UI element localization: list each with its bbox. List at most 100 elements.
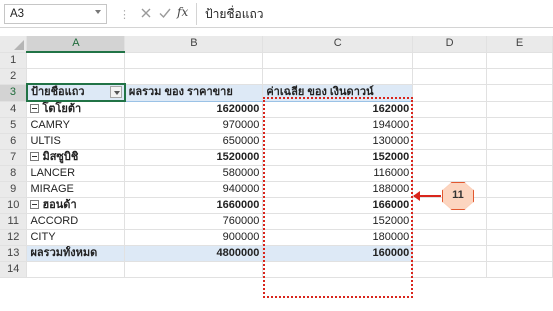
cell[interactable] (26, 68, 126, 85)
column-header-d[interactable]: D (412, 36, 488, 53)
cell[interactable] (486, 52, 553, 69)
sum-cell[interactable]: 1520000 (124, 149, 264, 166)
collapse-icon[interactable] (30, 200, 40, 209)
cell[interactable] (412, 133, 488, 150)
cell[interactable] (412, 229, 488, 246)
row-header[interactable]: 7 (0, 149, 28, 166)
average-cell[interactable]: 116000 (262, 165, 414, 182)
item-label-cell[interactable]: LANCER (26, 165, 126, 182)
filter-dropdown-icon[interactable] (109, 86, 122, 98)
cell[interactable] (486, 68, 553, 85)
cell[interactable] (262, 261, 414, 278)
cell[interactable] (412, 245, 488, 262)
group-label-cell[interactable]: โตโยต้า (26, 101, 126, 118)
sum-cell[interactable]: 940000 (124, 181, 264, 198)
cell[interactable] (124, 261, 264, 278)
column-header-b[interactable]: B (124, 36, 264, 53)
cell[interactable] (26, 261, 126, 278)
item-label-cell[interactable]: CAMRY (26, 117, 126, 134)
group-label-cell[interactable]: มิสซูบิชิ (26, 149, 126, 166)
row-header[interactable]: 4 (0, 101, 28, 118)
cell[interactable] (486, 84, 553, 102)
row-header[interactable]: 9 (0, 181, 28, 198)
sum-sale-price-header[interactable]: ผลรวม ของ ราคาขาย (124, 84, 264, 102)
cell[interactable] (124, 52, 264, 69)
sum-cell[interactable]: 580000 (124, 165, 264, 182)
cell[interactable] (486, 181, 553, 198)
row-header[interactable]: 8 (0, 165, 28, 182)
cell[interactable] (262, 52, 414, 69)
item-label-cell[interactable]: MIRAGE (26, 181, 126, 198)
cell[interactable] (486, 261, 553, 278)
select-all-corner[interactable] (0, 36, 28, 53)
cell[interactable] (124, 68, 264, 85)
row-header[interactable]: 12 (0, 229, 28, 246)
group-row: 4 โตโยต้า 1620000 162000 (0, 101, 553, 118)
average-cell[interactable]: 194000 (262, 117, 414, 134)
cell[interactable] (26, 52, 126, 69)
cell[interactable] (412, 261, 488, 278)
sum-cell[interactable]: 1620000 (124, 101, 264, 118)
average-cell[interactable]: 166000 (262, 197, 414, 214)
name-box[interactable]: A3 (4, 4, 107, 24)
average-down-payment-header[interactable]: ค่าเฉลี่ย ของ เงินดาวน์ (262, 84, 414, 102)
formula-input[interactable]: ป้ายชื่อแถว (205, 5, 263, 24)
column-header-a[interactable]: A (26, 36, 126, 53)
row-header[interactable]: 6 (0, 133, 28, 150)
item-label-cell[interactable]: CITY (26, 229, 126, 246)
sum-cell[interactable]: 970000 (124, 117, 264, 134)
average-cell[interactable]: 130000 (262, 133, 414, 150)
average-cell[interactable]: 162000 (262, 101, 414, 118)
collapse-icon[interactable] (30, 152, 40, 161)
row-header[interactable]: 14 (0, 261, 28, 278)
worksheet-grid[interactable]: A B C D E 1 2 3 ป้ายชื่อแถว ผลรวม ของ รา… (0, 36, 553, 311)
cell[interactable] (486, 197, 553, 214)
cell[interactable] (412, 68, 488, 85)
cell[interactable] (412, 165, 488, 182)
enter-icon[interactable] (157, 5, 173, 21)
sum-cell[interactable]: 900000 (124, 229, 264, 246)
item-label-cell[interactable]: ULTIS (26, 133, 126, 150)
grand-total-sum[interactable]: 4800000 (124, 245, 264, 262)
row-header[interactable]: 2 (0, 68, 28, 85)
cell[interactable] (486, 245, 553, 262)
grand-total-average[interactable]: 160000 (262, 245, 414, 262)
item-label-cell[interactable]: ACCORD (26, 213, 126, 230)
cell[interactable] (486, 101, 553, 118)
column-header-e[interactable]: E (486, 36, 553, 53)
cell[interactable] (412, 101, 488, 118)
row-header[interactable]: 13 (0, 245, 28, 262)
cell[interactable] (412, 84, 488, 102)
average-cell[interactable]: 152000 (262, 149, 414, 166)
sum-cell[interactable]: 650000 (124, 133, 264, 150)
cell[interactable] (486, 229, 553, 246)
group-label-cell[interactable]: ฮอนด้า (26, 197, 126, 214)
row-header[interactable]: 1 (0, 52, 28, 69)
cell[interactable] (486, 165, 553, 182)
cell[interactable] (412, 52, 488, 69)
cancel-icon[interactable] (138, 5, 154, 21)
cell[interactable] (486, 133, 553, 150)
insert-function-icon[interactable]: fx (177, 5, 188, 19)
average-cell[interactable]: 152000 (262, 213, 414, 230)
collapse-icon[interactable] (30, 104, 40, 113)
row-header[interactable]: 11 (0, 213, 28, 230)
cell[interactable] (412, 149, 488, 166)
cell[interactable] (486, 213, 553, 230)
cell[interactable] (412, 213, 488, 230)
cell[interactable] (412, 117, 488, 134)
cell[interactable] (262, 68, 414, 85)
average-cell[interactable]: 188000 (262, 181, 414, 198)
sum-cell[interactable]: 1660000 (124, 197, 264, 214)
column-header-c[interactable]: C (262, 36, 414, 53)
cell[interactable] (486, 149, 553, 166)
average-cell[interactable]: 180000 (262, 229, 414, 246)
sum-cell[interactable]: 760000 (124, 213, 264, 230)
name-box-dropdown-icon[interactable] (95, 10, 101, 14)
grand-total-label[interactable]: ผลรวมทั้งหมด (26, 245, 126, 262)
cell[interactable] (486, 117, 553, 134)
row-header[interactable]: 10 (0, 197, 28, 214)
row-header[interactable]: 5 (0, 117, 28, 134)
row-header[interactable]: 3 (0, 84, 28, 102)
row-labels-cell[interactable]: ป้ายชื่อแถว (25, 83, 126, 102)
